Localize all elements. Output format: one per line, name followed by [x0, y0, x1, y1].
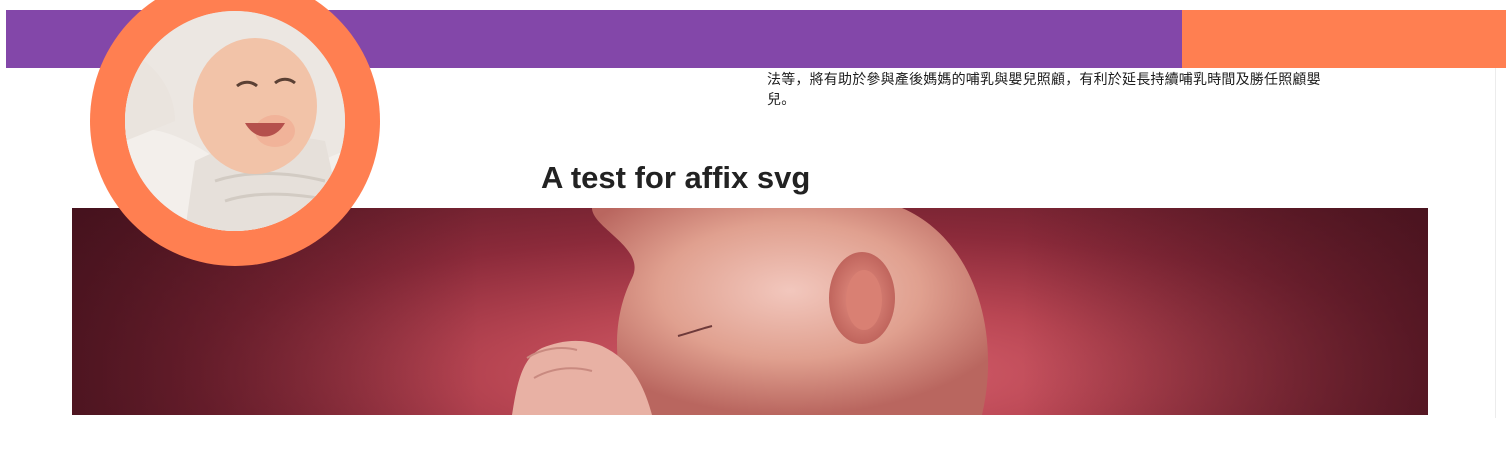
content-divider	[1495, 68, 1496, 418]
paragraph-line-2: 兒。	[767, 92, 796, 108]
header-bar-accent	[1182, 10, 1506, 68]
page: 法等，將有助於參與產後媽媽的哺乳與嬰兒照顧，有利於延長持續哺乳時間及勝任照顧嬰 …	[0, 0, 1506, 464]
baby-photo-icon	[125, 11, 345, 231]
paragraph-line-1: 法等，將有助於參與產後媽媽的哺乳與嬰兒照顧，有利於延長持續哺乳時間及勝任照顧嬰	[767, 72, 1321, 88]
article-paragraph: 法等，將有助於參與產後媽媽的哺乳與嬰兒照顧，有利於延長持續哺乳時間及勝任照顧嬰 …	[767, 70, 1407, 110]
section-heading: A test for affix svg	[541, 160, 811, 195]
